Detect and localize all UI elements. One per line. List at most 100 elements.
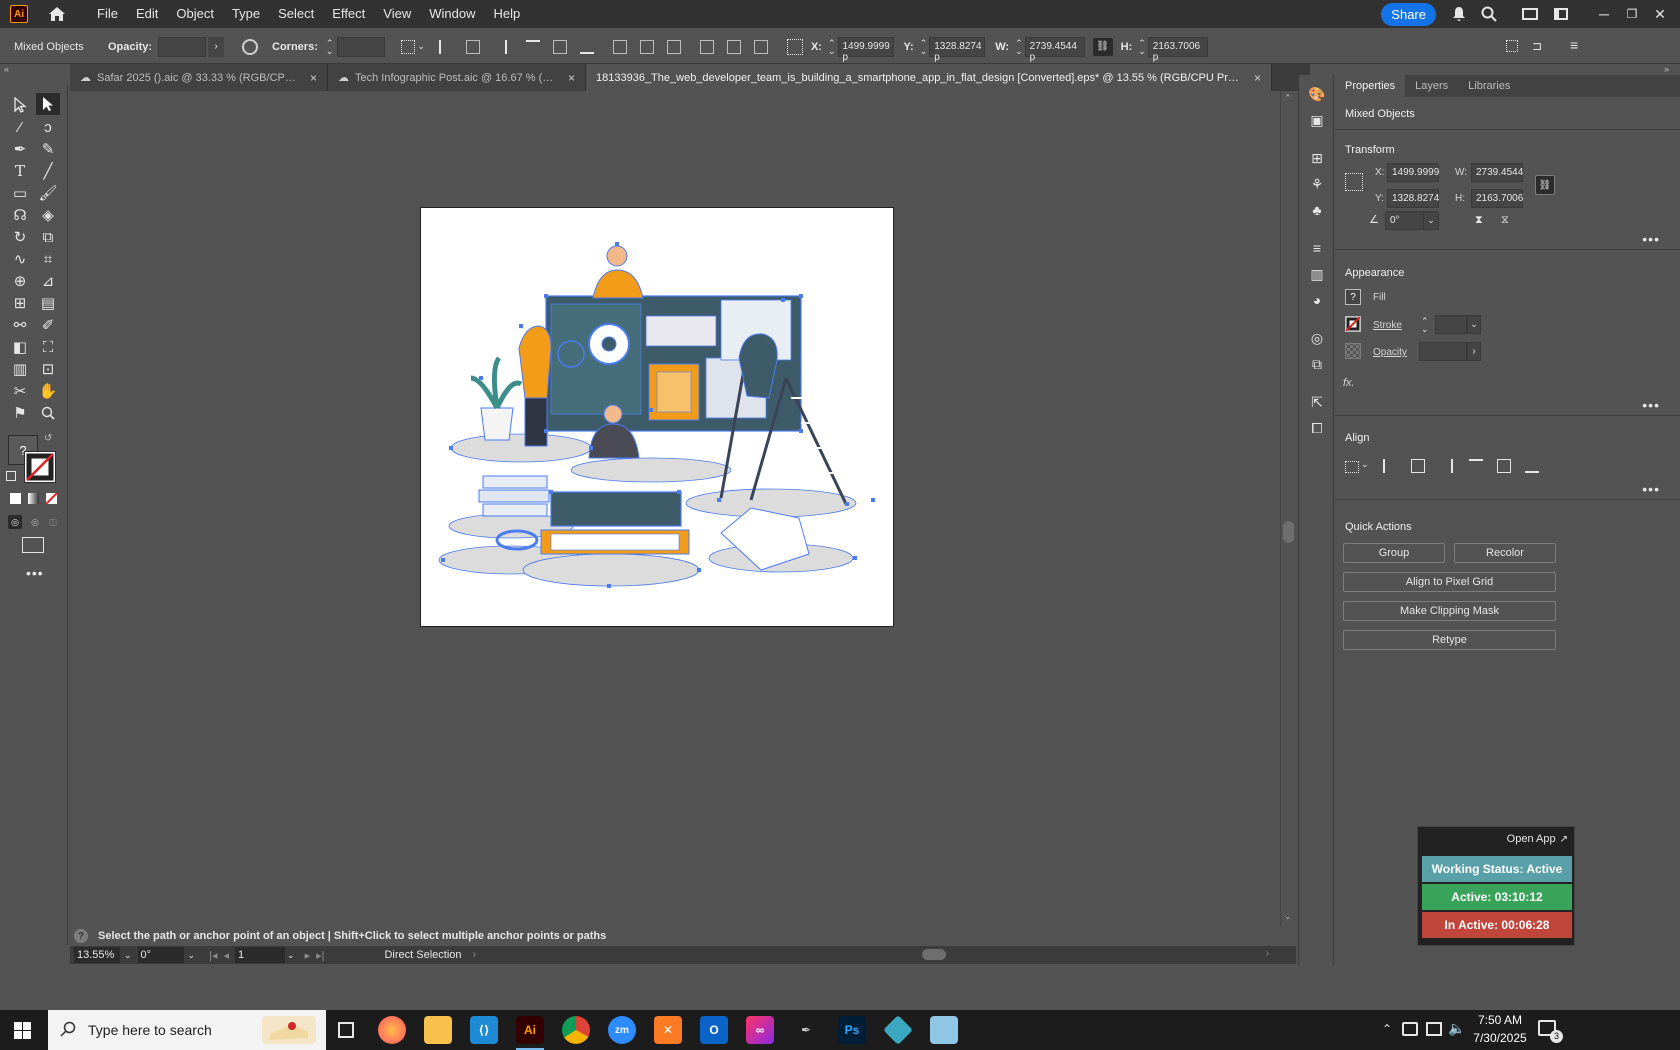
warp-tool-icon[interactable]: ∿ — [10, 249, 30, 269]
chrome-icon[interactable] — [562, 1016, 590, 1044]
align-bottom-icon[interactable] — [579, 40, 594, 54]
flip-vertical-icon[interactable]: ⧖ — [1501, 214, 1509, 227]
h-input[interactable]: 2163.7006 p — [1147, 36, 1208, 63]
rotate-input[interactable]: 0° — [1385, 211, 1425, 230]
pen-app-icon[interactable]: ✒ — [792, 1016, 820, 1044]
horizontal-scroll-thumb[interactable] — [922, 949, 946, 960]
tray-chevron-icon[interactable]: ⌃ — [1382, 1022, 1392, 1036]
none-mode-icon[interactable] — [45, 492, 58, 505]
align-pixel-grid-button[interactable]: Align to Pixel Grid — [1343, 572, 1556, 592]
file-explorer-icon[interactable] — [424, 1016, 452, 1044]
collapse-right-icon[interactable]: » — [1664, 64, 1669, 74]
tab-layers[interactable]: Layers — [1405, 75, 1458, 97]
align-options-icon[interactable] — [401, 39, 416, 54]
menu-effect[interactable]: Effect — [323, 0, 374, 28]
blend-tool-icon[interactable]: ⚯ — [10, 315, 30, 335]
taskbar-search-box[interactable]: Type here to search — [48, 1010, 326, 1050]
width-tool-icon[interactable]: ⚑ — [10, 403, 30, 423]
menu-view[interactable]: View — [374, 0, 420, 28]
chevron-down-icon[interactable]: ⌄ — [124, 950, 132, 961]
gradient-mode-icon[interactable] — [28, 493, 39, 504]
menu-type[interactable]: Type — [223, 0, 269, 28]
stroke-label[interactable]: Stroke — [1373, 320, 1402, 331]
draw-inside-icon[interactable]: ◫ — [46, 515, 60, 529]
more-transform-icon[interactable]: ••• — [1642, 231, 1660, 247]
stroke-swatch[interactable] — [1345, 316, 1361, 332]
default-colors-icon[interactable] — [6, 471, 16, 481]
distribute-left-icon[interactable] — [699, 39, 714, 54]
h-input[interactable]: 2163.7006 — [1471, 189, 1523, 208]
tab-close-icon[interactable]: × — [1254, 71, 1261, 85]
artboards-icon[interactable]: ⧠ — [1308, 419, 1326, 437]
w-input[interactable]: 2739.4544 — [1471, 163, 1523, 182]
direct-selection-tool-icon[interactable] — [36, 93, 60, 115]
previous-artboard-icon[interactable]: ◂ — [223, 949, 229, 962]
eyedropper-icon[interactable]: ✐ — [38, 315, 58, 335]
group-button[interactable]: Group — [1343, 543, 1445, 563]
network-icon[interactable] — [1426, 1022, 1442, 1036]
align-top-icon[interactable] — [1469, 459, 1483, 473]
tab-safar[interactable]: ☁ Safar 2025 ().aic @ 33.33 % (RGB/CPU P… — [70, 64, 328, 91]
edit-toolbar-icon[interactable]: ••• — [26, 565, 44, 581]
gem-app-icon[interactable] — [883, 1015, 913, 1045]
chevron-down-icon[interactable]: ⌄ — [1361, 459, 1369, 470]
shaper-tool-icon[interactable]: ☊ — [10, 205, 30, 225]
stroke-weight-input[interactable] — [1435, 315, 1467, 334]
constrain-link-icon[interactable]: ⛓ — [1535, 175, 1555, 195]
stroke-panel-icon[interactable]: ≡ — [1308, 239, 1326, 257]
bell-icon[interactable] — [1448, 3, 1470, 25]
collapse-left-icon[interactable]: « — [4, 64, 9, 74]
tab-close-icon[interactable]: × — [568, 71, 575, 85]
opacity-input[interactable] — [1419, 342, 1467, 361]
menu-file[interactable]: File — [88, 0, 127, 28]
windows-start-icon[interactable] — [14, 1022, 31, 1039]
chevron-down-icon[interactable]: ⌄ — [287, 950, 295, 961]
w-input[interactable]: 2739.4544 p — [1024, 36, 1085, 63]
align-top-icon[interactable] — [525, 39, 540, 54]
artboard-tool-icon[interactable]: ⊡ — [38, 359, 58, 379]
panel-menu-icon[interactable]: ≡ — [1570, 37, 1578, 53]
eraser-icon[interactable]: ◈ — [38, 205, 58, 225]
constrain-link-icon[interactable]: ⛓ — [1092, 37, 1113, 56]
paintbrush-icon[interactable]: 🖌 — [38, 183, 58, 203]
align-hcenter-icon[interactable] — [465, 39, 480, 54]
curvature-tool-icon[interactable]: ✎ — [38, 139, 58, 159]
pen-tool-icon[interactable]: ✒ — [10, 139, 30, 159]
opacity-input[interactable] — [158, 36, 207, 57]
arrange-icon[interactable] — [1554, 8, 1568, 20]
scroll-up-icon[interactable]: ⌃ — [1284, 93, 1292, 104]
graphic-styles-icon[interactable]: ⧉ — [1308, 355, 1326, 373]
align-right-icon[interactable] — [493, 39, 507, 54]
brushes-icon[interactable]: ⚘ — [1308, 175, 1326, 193]
scroll-down-icon[interactable]: ⌄ — [1284, 911, 1292, 922]
recolor-button[interactable]: Recolor — [1454, 543, 1556, 563]
opacity-label[interactable]: Opacity — [1373, 347, 1407, 358]
align-left-icon[interactable] — [1383, 459, 1397, 473]
distribute-bottom-icon[interactable] — [666, 39, 681, 54]
y-input[interactable]: 1328.8274 — [1387, 189, 1439, 208]
align-left-icon[interactable] — [438, 39, 453, 54]
free-transform-icon[interactable]: ⌗ — [38, 249, 58, 269]
more-align-icon[interactable]: ••• — [1642, 481, 1660, 497]
column-graph-icon[interactable]: ▥ — [10, 359, 30, 379]
notes-app-icon[interactable] — [930, 1016, 958, 1044]
hand-tool-icon[interactable]: ✋ — [38, 381, 58, 401]
x-input[interactable]: 1499.9999 p — [837, 36, 894, 63]
distribute-right-icon[interactable] — [753, 39, 768, 54]
next-artboard-icon[interactable]: ▸ — [305, 949, 311, 962]
volume-icon[interactable]: 🔈 — [1448, 1020, 1465, 1037]
line-tool-icon[interactable]: ╱ — [38, 161, 58, 181]
rotate-tool-icon[interactable]: ↻ — [10, 227, 30, 247]
color-mode-icon[interactable] — [10, 493, 21, 504]
chevron-right-icon[interactable]: › — [1467, 342, 1481, 361]
reference-point-icon[interactable] — [786, 38, 803, 55]
canvas-area[interactable] — [70, 91, 1280, 926]
x-stepper[interactable]: ⌃ ⌄ — [828, 38, 836, 55]
chevron-down-icon[interactable]: ⌄ — [417, 41, 425, 52]
tab-properties[interactable]: Properties — [1335, 75, 1406, 97]
distribute-vcenter-icon[interactable] — [639, 39, 654, 54]
corners-stepper[interactable]: ⌃ ⌄ — [326, 38, 334, 55]
swap-fill-stroke-icon[interactable]: ↺ — [44, 433, 52, 444]
distribute-hcenter-icon[interactable] — [726, 39, 741, 54]
chevron-right-icon[interactable]: › — [208, 36, 225, 57]
